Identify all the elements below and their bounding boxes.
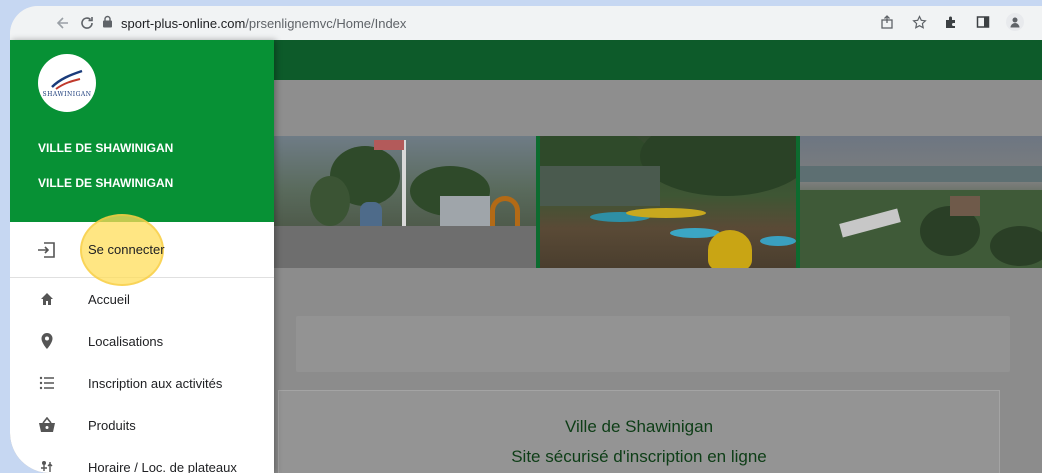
beach-kayaks-photo: [540, 136, 800, 268]
url-path: /prsenlignemvc/Home/Index: [245, 15, 407, 31]
search-area: [296, 316, 1010, 372]
menu-item-schedule[interactable]: Horaire / Loc. de plateaux: [10, 446, 274, 473]
welcome-card: Ville de Shawinigan Site sécurisé d'insc…: [278, 390, 1000, 473]
schedule-icon: [36, 456, 58, 473]
menu-item-activities[interactable]: Inscription aux activités: [10, 362, 274, 404]
menu-label-login: Se connecter: [88, 242, 165, 257]
organization-name: VILLE DE SHAWINIGAN: [38, 141, 174, 155]
logo-swoosh-icon: [51, 69, 83, 90]
basket-icon: [36, 414, 58, 436]
login-icon: [36, 239, 58, 261]
menu-label-products: Produits: [88, 417, 136, 433]
list-icon: [36, 372, 58, 394]
reload-icon[interactable]: [76, 12, 98, 34]
home-icon: [36, 288, 58, 310]
drawer-header: SHAWINIGAN VILLE DE SHAWINIGAN VILLE DE …: [10, 40, 274, 222]
drawer-menu: Se connecter Accueil Localisations Inscr…: [10, 214, 274, 473]
menu-item-locations[interactable]: Localisations: [10, 320, 274, 362]
menu-label-home: Accueil: [88, 291, 130, 307]
browser-toolbar: sport-plus-online.com/prsenlignemvc/Home…: [10, 6, 1042, 40]
menu-label-locations: Localisations: [88, 333, 164, 349]
back-arrow-icon[interactable]: [52, 12, 74, 34]
menu-item-home[interactable]: Accueil: [10, 278, 274, 320]
url-host: sport-plus-online.com: [121, 15, 246, 31]
logo-text: SHAWINIGAN: [42, 90, 92, 98]
lock-icon[interactable]: [102, 15, 113, 31]
menu-label-schedule: Horaire / Loc. de plateaux: [88, 459, 237, 473]
browser-window: sport-plus-online.com/prsenlignemvc/Home…: [10, 6, 1042, 473]
star-icon[interactable]: [910, 13, 928, 31]
menu-item-login[interactable]: Se connecter: [10, 214, 274, 286]
extensions-icon[interactable]: [942, 13, 960, 31]
menu-label-activities: Inscription aux activités: [88, 375, 223, 391]
welcome-title: Ville de Shawinigan: [564, 417, 714, 436]
sidepanel-icon[interactable]: [974, 13, 992, 31]
welcome-subtitle: Site sécurisé d'inscription en ligne: [511, 447, 767, 466]
park-aerial-photo: [800, 136, 1042, 268]
navigation-drawer: SHAWINIGAN VILLE DE SHAWINIGAN VILLE DE …: [10, 40, 274, 473]
menu-item-products[interactable]: Produits: [10, 404, 274, 446]
profile-icon[interactable]: [1006, 13, 1024, 31]
organization-subtitle: VILLE DE SHAWINIGAN: [38, 176, 174, 190]
shawinigan-logo[interactable]: SHAWINIGAN: [38, 54, 96, 112]
location-pin-icon: [36, 330, 58, 352]
share-icon[interactable]: [878, 13, 896, 31]
